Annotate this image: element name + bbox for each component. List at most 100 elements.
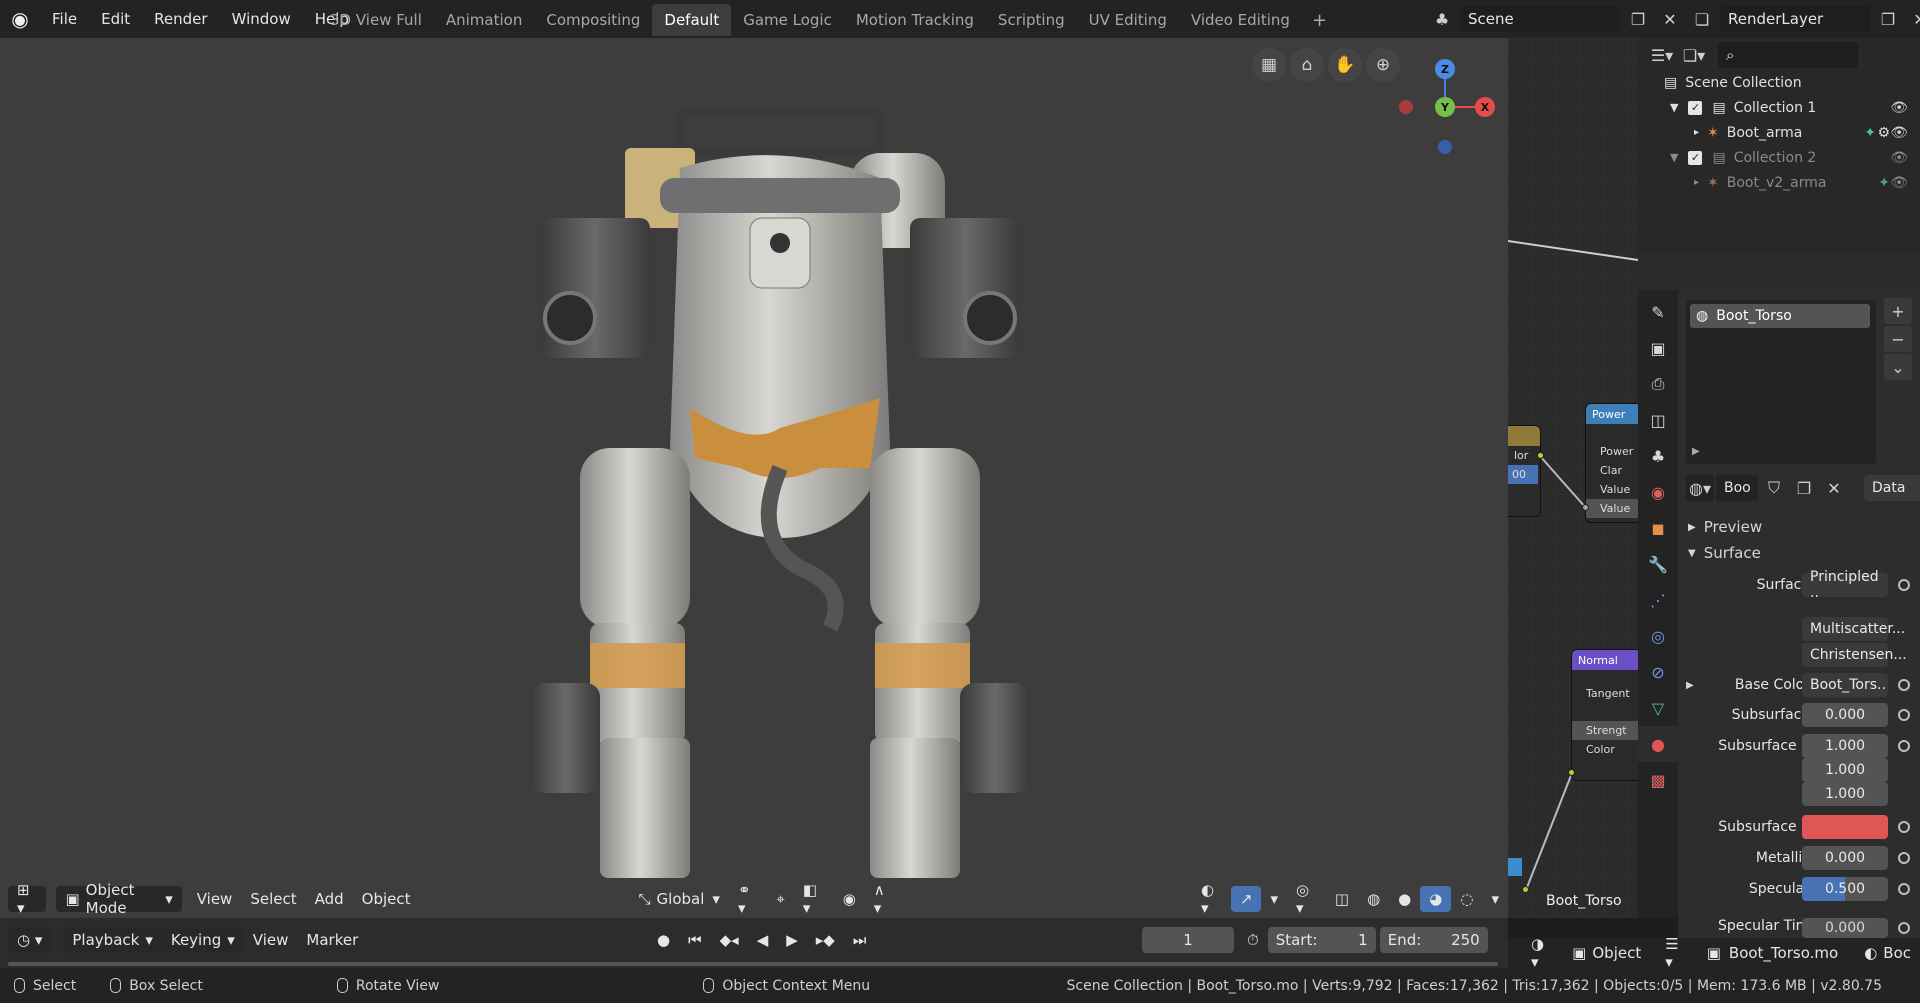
proportional-edit-icon[interactable]: ◉ bbox=[834, 886, 865, 912]
gizmo-toggle-icon[interactable]: ↗ bbox=[1230, 886, 1262, 912]
add-menu[interactable]: Add bbox=[306, 886, 353, 912]
specular-tint-field[interactable]: 0.000 bbox=[1802, 918, 1888, 938]
camera-view-icon[interactable]: ⌂ bbox=[1290, 48, 1324, 82]
editor-type-icon[interactable]: ⊞ ▾ bbox=[8, 881, 47, 917]
outliner-editor-icon[interactable]: ☰▾ bbox=[1648, 42, 1676, 68]
next-keyframe-icon[interactable]: ▸◆ bbox=[807, 927, 844, 953]
falloff-icon[interactable]: ∧ ▾ bbox=[865, 881, 902, 917]
3d-viewport[interactable]: ▦ ⌂ ✋ ⊕ Z X Y ⊞ ▾ ▣ Object Mode ▾ View S… bbox=[0, 38, 1508, 918]
menu-render[interactable]: Render bbox=[142, 0, 219, 38]
outliner-row-boot-arma[interactable]: ▸ ✶ Boot_arma ✦ ⚙ 👁 bbox=[1638, 120, 1920, 145]
menu-window[interactable]: Window bbox=[220, 0, 303, 38]
subsurface-color-swatch[interactable] bbox=[1802, 815, 1888, 839]
normal-node-strength[interactable]: Strengt bbox=[1572, 721, 1638, 740]
normal-node-tangent[interactable]: Tangent bbox=[1572, 684, 1638, 703]
outliner[interactable]: ☰▾ ❏▾ ⌕ ▤ Scene Collection ▼ ✓ ▤ Collect… bbox=[1638, 38, 1920, 253]
grid-toggle-icon[interactable]: ▦ bbox=[1252, 48, 1286, 82]
tab-motion-tracking[interactable]: Motion Tracking bbox=[844, 4, 986, 36]
marker-menu[interactable]: Marker bbox=[297, 927, 367, 953]
blender-logo-icon[interactable]: ◉ bbox=[0, 0, 40, 38]
jump-end-icon[interactable]: ⏭ bbox=[844, 927, 876, 953]
gizmo-dropdown-icon[interactable]: ▾ bbox=[1261, 886, 1287, 912]
timeline[interactable]: ◷ ▾ Playback ▾ Keying ▾ View Marker ● ⏮ ◆◂… bbox=[0, 918, 1508, 968]
socket-icon[interactable] bbox=[1522, 886, 1529, 893]
subsurface-radius-x[interactable]: 1.000 bbox=[1802, 734, 1888, 758]
pose-icon[interactable]: ✦ bbox=[1878, 175, 1890, 191]
xray-icon[interactable]: ◫ bbox=[1326, 886, 1358, 912]
expand-arrow-icon[interactable]: ▶ bbox=[1686, 680, 1694, 691]
node-object-dropdown[interactable]: ▣ Object bbox=[1563, 940, 1650, 966]
robot-model[interactable] bbox=[520, 68, 1040, 898]
material-shading-icon[interactable]: ◕ bbox=[1420, 886, 1452, 912]
display-mode-icon[interactable]: ❏▾ bbox=[1680, 42, 1708, 68]
delete-scene-icon[interactable]: ✕ bbox=[1656, 6, 1684, 32]
node-editor[interactable]: lor 00 Power Power Clar Value Value Norm… bbox=[1508, 38, 1638, 918]
wireframe-shading-icon[interactable]: ◍ bbox=[1358, 886, 1389, 912]
node-editor-type-icon[interactable]: ◑ ▾ bbox=[1522, 935, 1563, 971]
slot-menu-icon[interactable]: ⌄ bbox=[1884, 354, 1912, 380]
expand-arrow-icon[interactable]: ▶ bbox=[1692, 446, 1700, 457]
scene-icon[interactable]: ♣ bbox=[1428, 6, 1456, 32]
remove-slot-icon[interactable]: − bbox=[1884, 326, 1912, 352]
specular-slider[interactable]: 0.500 bbox=[1802, 877, 1888, 901]
tab-scripting[interactable]: Scripting bbox=[986, 4, 1077, 36]
mode-dropdown[interactable]: ▣ Object Mode ▾ bbox=[56, 881, 182, 917]
overlay-icon[interactable]: ◎ ▾ bbox=[1287, 881, 1326, 917]
tool-tab-icon[interactable]: ✎ bbox=[1638, 294, 1678, 330]
tab-uv-editing[interactable]: UV Editing bbox=[1077, 4, 1179, 36]
props-material-context[interactable]: ▣ Boot_Torso.mo bbox=[1698, 940, 1847, 966]
left-node[interactable]: lor 00 bbox=[1508, 426, 1540, 516]
new-scene-icon[interactable]: ❐ bbox=[1624, 6, 1652, 32]
socket-link-icon[interactable] bbox=[1898, 740, 1910, 752]
render-tab-icon[interactable]: ▣ bbox=[1638, 330, 1678, 366]
modifier-tab-icon[interactable]: 🔧 bbox=[1638, 546, 1678, 582]
menu-file[interactable]: File bbox=[40, 0, 89, 38]
material-properties[interactable]: ◍ Boot_Torso ▶ + − ⌄ ◍▾ Boo ⛉ ❐ ✕ Data▾ ▶… bbox=[1678, 290, 1920, 918]
start-frame-field[interactable]: Start: 1 bbox=[1267, 927, 1376, 953]
eye-icon[interactable]: 👁 bbox=[1890, 100, 1908, 116]
snap-icon[interactable]: ⌖ bbox=[767, 886, 793, 912]
view-layer-icon[interactable]: ❏ bbox=[1688, 6, 1716, 32]
record-icon[interactable]: ● bbox=[648, 927, 679, 953]
preview-section-header[interactable]: ▶ Preview bbox=[1678, 514, 1920, 540]
add-slot-icon[interactable]: + bbox=[1884, 298, 1912, 324]
keying-menu[interactable]: Keying ▾ bbox=[161, 927, 244, 953]
unlink-material-icon[interactable]: ✕ bbox=[1820, 475, 1848, 501]
subsurface-method-dropdown[interactable]: Christensen... bbox=[1802, 643, 1907, 667]
expand-arrow-icon[interactable]: ▼ bbox=[1670, 101, 1678, 114]
outliner-row-boot-v2-arma[interactable]: ▸ ✶ Boot_v2_arma ✦ 👁 bbox=[1638, 170, 1920, 195]
jump-start-icon[interactable]: ⏮ bbox=[679, 927, 711, 953]
output-tab-icon[interactable]: ⎙ bbox=[1638, 366, 1678, 402]
new-view-layer-icon[interactable]: ❐ bbox=[1874, 6, 1902, 32]
view-layer-field[interactable]: RenderLayer bbox=[1720, 6, 1870, 32]
surface-section-header[interactable]: ▼ Surface bbox=[1678, 540, 1920, 566]
select-menu[interactable]: Select bbox=[241, 886, 305, 912]
add-workspace-icon[interactable]: + bbox=[1302, 4, 1337, 36]
surface-shader-field[interactable]: Principled .. bbox=[1802, 569, 1888, 601]
view-menu[interactable]: View bbox=[188, 886, 242, 912]
distribution-dropdown[interactable]: Multiscatter... bbox=[1802, 617, 1905, 641]
view-layer-tab-icon[interactable]: ◫ bbox=[1638, 402, 1678, 438]
duplicate-material-icon[interactable]: ❐ bbox=[1790, 475, 1818, 501]
power-node-clamp[interactable]: Clar bbox=[1586, 461, 1638, 480]
link-dropdown[interactable]: Data▾ bbox=[1864, 475, 1920, 501]
subsurface-radius-y[interactable]: 1.000 bbox=[1802, 758, 1888, 782]
solid-shading-icon[interactable]: ● bbox=[1389, 886, 1420, 912]
rendered-shading-icon[interactable]: ◌ bbox=[1451, 886, 1482, 912]
scene-collection-row[interactable]: ▤ Scene Collection bbox=[1638, 70, 1920, 95]
material-name-field[interactable]: Boo bbox=[1716, 475, 1758, 501]
subsurface-radius-z[interactable]: 1.000 bbox=[1802, 782, 1888, 806]
constraints-tab-icon[interactable]: ⊘ bbox=[1638, 654, 1678, 690]
expand-arrow-icon[interactable]: ▼ bbox=[1670, 151, 1678, 164]
pose-icon[interactable]: ✦ bbox=[1864, 125, 1876, 141]
menu-edit[interactable]: Edit bbox=[89, 0, 142, 38]
pivot-icon[interactable]: ⚭ ▾ bbox=[729, 881, 767, 917]
neg-x-axis-icon[interactable] bbox=[1399, 100, 1413, 114]
socket-link-icon[interactable] bbox=[1898, 679, 1910, 691]
current-frame-field[interactable]: 1 bbox=[1142, 927, 1234, 953]
eye-icon[interactable]: 👁 bbox=[1890, 175, 1908, 191]
socket-link-icon[interactable] bbox=[1898, 922, 1910, 934]
socket-link-icon[interactable] bbox=[1898, 709, 1910, 721]
props-editor-type-icon[interactable]: ☰ ▾ bbox=[1656, 935, 1698, 971]
object-menu[interactable]: Object bbox=[353, 886, 420, 912]
